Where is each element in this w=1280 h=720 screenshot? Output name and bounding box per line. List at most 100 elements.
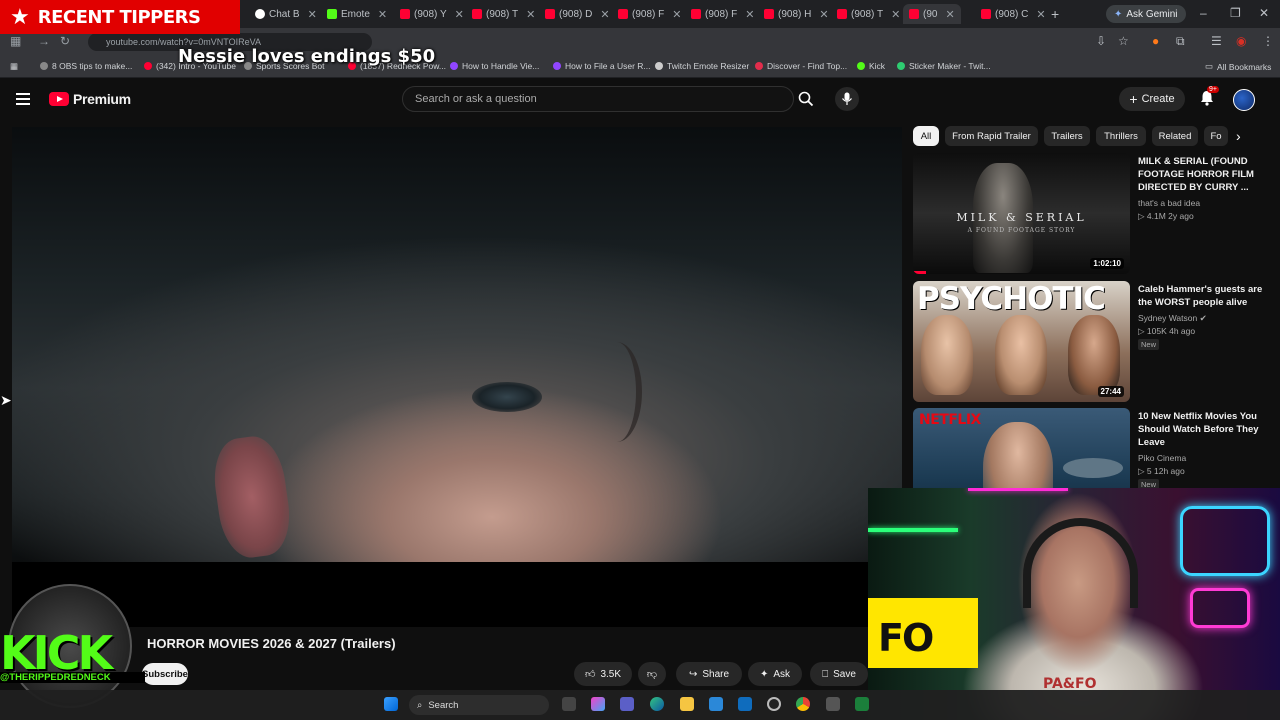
close-icon[interactable]: ✕ bbox=[745, 8, 754, 21]
browser-tab[interactable]: (908) T ✕ bbox=[837, 4, 900, 24]
youtube-logo[interactable]: Premium bbox=[49, 91, 131, 107]
browser-tab[interactable]: (908) F ✕ bbox=[618, 4, 681, 24]
app-icon[interactable] bbox=[855, 697, 869, 711]
ask-button[interactable]: ✦ Ask bbox=[748, 662, 802, 686]
extension-icon[interactable]: ● bbox=[1152, 34, 1159, 48]
close-icon[interactable]: ✕ bbox=[526, 8, 535, 21]
video-title[interactable]: 10 New Netflix Movies You Should Watch B… bbox=[1138, 410, 1263, 449]
chrome-icon[interactable] bbox=[796, 697, 810, 711]
browser-tab[interactable]: Chat B ✕ bbox=[255, 4, 317, 24]
apps-grid-icon[interactable]: ▦ bbox=[10, 61, 18, 72]
browser-tab[interactable]: (908) Y ✕ bbox=[400, 4, 464, 24]
copilot-icon[interactable] bbox=[591, 697, 605, 711]
bookmark-item[interactable]: 8 OBS tips to make... bbox=[40, 61, 132, 71]
chip-thrillers[interactable]: Thrillers bbox=[1096, 126, 1146, 146]
channel-name[interactable]: that's a bad idea bbox=[1138, 198, 1200, 208]
browser-tab[interactable]: (908) C ✕ bbox=[981, 4, 1046, 24]
avatar[interactable] bbox=[1233, 89, 1255, 111]
voice-search-button[interactable] bbox=[835, 87, 859, 111]
bookmark-item[interactable]: Twitch Emote Resizer bbox=[655, 61, 749, 71]
close-icon[interactable]: ✕ bbox=[1036, 8, 1045, 21]
share-icon: ↪ bbox=[688, 668, 698, 680]
close-icon[interactable]: ✕ bbox=[600, 8, 609, 21]
video-thumbnail[interactable]: PSYCHOTIC 27:44 bbox=[913, 281, 1130, 402]
store-icon[interactable] bbox=[709, 697, 723, 711]
browser-tab-active[interactable]: (90 ✕ bbox=[903, 4, 961, 24]
restore-button[interactable]: ❐ bbox=[1230, 6, 1241, 20]
microphone-icon bbox=[842, 92, 852, 105]
all-bookmarks-button[interactable]: ▭ All Bookmarks bbox=[1205, 61, 1271, 72]
file-explorer-icon[interactable] bbox=[680, 697, 694, 711]
video-player[interactable] bbox=[12, 127, 902, 627]
channel-name[interactable]: Piko Cinema bbox=[1138, 453, 1186, 463]
new-tab-button[interactable]: + bbox=[1051, 4, 1059, 24]
webcam-overlay: FO PA&FO bbox=[868, 488, 1280, 720]
recommended-video[interactable]: PSYCHOTIC 27:44 Caleb Hammer's guests ar… bbox=[913, 281, 1268, 402]
save-button[interactable]: ⎕ Save bbox=[810, 662, 868, 686]
subscribe-button[interactable]: Subscribe bbox=[142, 663, 188, 685]
chip-related[interactable]: Related bbox=[1152, 126, 1198, 146]
browser-tab[interactable]: Emote ✕ bbox=[327, 4, 387, 24]
profile-icon[interactable]: ◉ bbox=[1236, 34, 1246, 48]
bookmark-item[interactable]: Sticker Maker - Twit... bbox=[897, 61, 991, 71]
video-thumbnail[interactable]: NETFLIX bbox=[913, 408, 1130, 488]
hamburger-menu-icon[interactable] bbox=[16, 90, 34, 108]
close-window-button[interactable]: ✕ bbox=[1259, 6, 1269, 20]
close-icon[interactable]: ✕ bbox=[672, 8, 681, 21]
browser-tab[interactable]: (908) T ✕ bbox=[472, 4, 535, 24]
video-title: HORROR MOVIES 2026 & 2027 (Trailers) bbox=[147, 636, 396, 651]
task-view-icon[interactable] bbox=[562, 697, 576, 711]
bookmark-item[interactable]: Discover - Find Top... bbox=[755, 61, 847, 71]
close-icon[interactable]: ✕ bbox=[945, 8, 954, 21]
chip-from-channel[interactable]: From Rapid Trailer bbox=[945, 126, 1038, 146]
browser-tab[interactable]: (908) F ✕ bbox=[691, 4, 754, 24]
close-icon[interactable]: ✕ bbox=[378, 8, 387, 21]
chip-more[interactable]: Fo bbox=[1204, 126, 1228, 146]
channel-name[interactable]: Sydney Watson ✔ bbox=[1138, 313, 1207, 324]
search-input[interactable]: Search or ask a question bbox=[402, 86, 794, 112]
bookmark-item[interactable]: How to Handle Vie... bbox=[450, 61, 539, 71]
browser-tab[interactable]: (908) H ✕ bbox=[764, 4, 829, 24]
dislike-button[interactable]: 👎︎ bbox=[638, 662, 666, 686]
search-button[interactable] bbox=[794, 86, 818, 112]
video-title[interactable]: MILK & SERIAL (FOUND FOOTAGE HORROR FILM… bbox=[1138, 155, 1263, 194]
close-icon[interactable]: ✕ bbox=[455, 8, 464, 21]
close-icon[interactable]: ✕ bbox=[308, 8, 317, 21]
youtube-icon bbox=[472, 9, 482, 19]
chip-trailers[interactable]: Trailers bbox=[1044, 126, 1090, 146]
tab-search-icon[interactable]: ☰ bbox=[1211, 34, 1222, 48]
install-icon[interactable]: ⇩ bbox=[1096, 34, 1106, 48]
video-title[interactable]: Caleb Hammer's guests are the WORST peop… bbox=[1138, 283, 1263, 309]
recommended-video[interactable]: MILK & SERIAL A FOUND FOOTAGE STORY 1:02… bbox=[913, 153, 1268, 274]
recommended-video[interactable]: NETFLIX 10 New Netflix Movies You Should… bbox=[913, 408, 1268, 488]
chrome-menu-icon[interactable]: ⋮ bbox=[1262, 34, 1274, 48]
minimize-button[interactable]: – bbox=[1200, 6, 1207, 20]
extensions-puzzle-icon[interactable]: ⧉ bbox=[1176, 34, 1185, 49]
chevron-right-icon[interactable]: › bbox=[1236, 128, 1241, 144]
browser-tab[interactable]: (908) D ✕ bbox=[545, 4, 610, 24]
windows-start-icon[interactable] bbox=[384, 697, 398, 711]
ask-gemini-button[interactable]: ✦ Ask Gemini bbox=[1106, 5, 1186, 23]
outlook-icon[interactable] bbox=[738, 697, 752, 711]
teams-icon[interactable] bbox=[620, 697, 634, 711]
app-icon[interactable] bbox=[826, 697, 840, 711]
forward-icon[interactable]: → bbox=[38, 34, 50, 48]
obs-icon[interactable] bbox=[767, 697, 781, 711]
close-icon[interactable]: ✕ bbox=[891, 8, 900, 21]
create-button[interactable]: + Create bbox=[1119, 87, 1185, 111]
taskbar-search[interactable]: ⌕ Search bbox=[409, 695, 549, 715]
video-thumbnail[interactable]: MILK & SERIAL A FOUND FOOTAGE STORY 1:02… bbox=[913, 153, 1130, 274]
bookmark-item[interactable]: Kick bbox=[857, 61, 885, 71]
video-frame-detail bbox=[208, 432, 296, 562]
share-button[interactable]: ↪ Share bbox=[676, 662, 742, 686]
star-icon: ★ bbox=[10, 4, 30, 29]
twitch-icon bbox=[450, 62, 458, 70]
reload-icon[interactable]: ↻ bbox=[60, 34, 70, 48]
like-button[interactable]: 👍︎ 3.5K bbox=[574, 662, 632, 686]
chip-all[interactable]: All bbox=[913, 126, 939, 146]
bookmark-item[interactable]: How to File a User R... bbox=[553, 61, 651, 71]
bookmark-star-icon[interactable]: ☆ bbox=[1118, 34, 1129, 48]
edge-icon[interactable] bbox=[650, 697, 664, 711]
close-icon[interactable]: ✕ bbox=[819, 8, 828, 21]
apps-icon[interactable]: ▦ bbox=[10, 34, 21, 48]
